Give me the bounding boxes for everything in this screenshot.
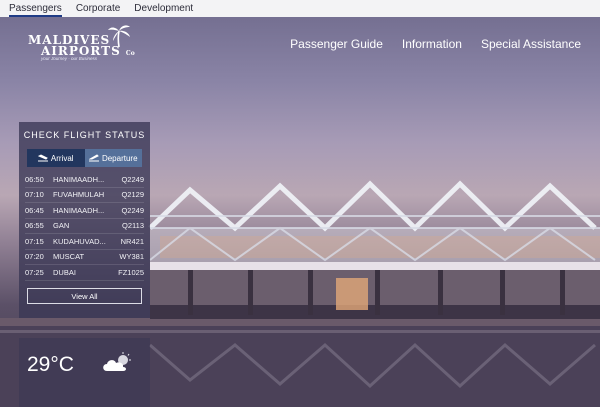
flight-city: GAN	[53, 221, 70, 231]
nav-information[interactable]: Information	[402, 37, 462, 51]
flight-time: 07:15	[25, 236, 44, 246]
flight-row[interactable]: 07:25 DUBAI FZ1025	[25, 265, 144, 281]
flight-tabs: Arrival Departure	[27, 149, 142, 167]
flight-city: MUSCAT	[53, 252, 85, 262]
view-all-button[interactable]: View All	[27, 288, 142, 304]
topbar-link-development[interactable]: Development	[134, 3, 193, 17]
flight-code: Q2113	[122, 221, 144, 231]
flight-time: 06:45	[25, 205, 44, 215]
flight-time: 06:55	[25, 221, 44, 231]
flight-row[interactable]: 06:50 HANIMAADH... Q2249	[25, 172, 144, 188]
flight-code: Q2129	[121, 190, 144, 200]
logo-tagline: your Journey · our Business	[41, 56, 98, 61]
flight-city: DUBAI	[53, 267, 76, 277]
flight-time: 07:25	[25, 267, 44, 277]
site-logo[interactable]: MALDIVES AIRPORTS Co your Journey · our …	[28, 23, 138, 63]
flight-row[interactable]: 06:55 GAN Q2113	[25, 219, 144, 234]
logo-suffix: Co	[125, 50, 135, 57]
flight-code: Q2249	[121, 174, 144, 184]
topbar-link-corporate[interactable]: Corporate	[76, 3, 120, 17]
temperature: 29°C	[27, 353, 74, 376]
palm-tree-icon	[108, 25, 130, 48]
flight-list: 06:50 HANIMAADH... Q2249 07:10 FUVAHMULA…	[25, 172, 144, 281]
flight-row[interactable]: 07:10 FUVAHMULAH Q2129	[25, 188, 144, 203]
flight-code: FZ1025	[118, 267, 144, 277]
tab-arrival[interactable]: Arrival	[27, 149, 85, 167]
flight-status-panel: CHECK FLIGHT STATUS Arrival Departure 06…	[19, 122, 150, 318]
nav-special-assistance[interactable]: Special Assistance	[481, 37, 581, 51]
tab-departure-label: Departure	[101, 153, 138, 163]
topbar-link-passengers[interactable]: Passengers	[9, 3, 62, 17]
flight-row[interactable]: 06:45 HANIMAADH... Q2249	[25, 203, 144, 219]
weather-widget: 29°C	[19, 338, 150, 407]
tab-departure[interactable]: Departure	[84, 149, 142, 167]
flight-time: 06:50	[25, 174, 44, 184]
flight-time: 07:10	[25, 190, 44, 200]
nav-passenger-guide[interactable]: Passenger Guide	[290, 37, 383, 51]
plane-landing-icon	[37, 154, 48, 162]
flight-city: FUVAHMULAH	[53, 190, 105, 200]
flight-code: Q2249	[121, 205, 144, 215]
tab-arrival-label: Arrival	[50, 153, 74, 163]
partly-cloudy-icon	[103, 352, 131, 371]
flight-city: KUDAHUVAD...	[53, 236, 106, 246]
main-nav: Passenger Guide Information Special Assi…	[290, 37, 581, 51]
flight-city: HANIMAADH...	[53, 205, 105, 215]
flight-row[interactable]: 07:15 KUDAHUVAD... NR421	[25, 234, 144, 250]
plane-takeoff-icon	[88, 154, 99, 162]
flight-code: WY381	[119, 252, 144, 262]
flight-city: HANIMAADH...	[53, 174, 105, 184]
flight-status-title: CHECK FLIGHT STATUS	[23, 130, 146, 140]
flight-row[interactable]: 07:20 MUSCAT WY381	[25, 250, 144, 265]
flight-time: 07:20	[25, 252, 44, 262]
top-utility-bar: Passengers Corporate Development	[0, 0, 600, 17]
flight-code: NR421	[120, 236, 144, 246]
